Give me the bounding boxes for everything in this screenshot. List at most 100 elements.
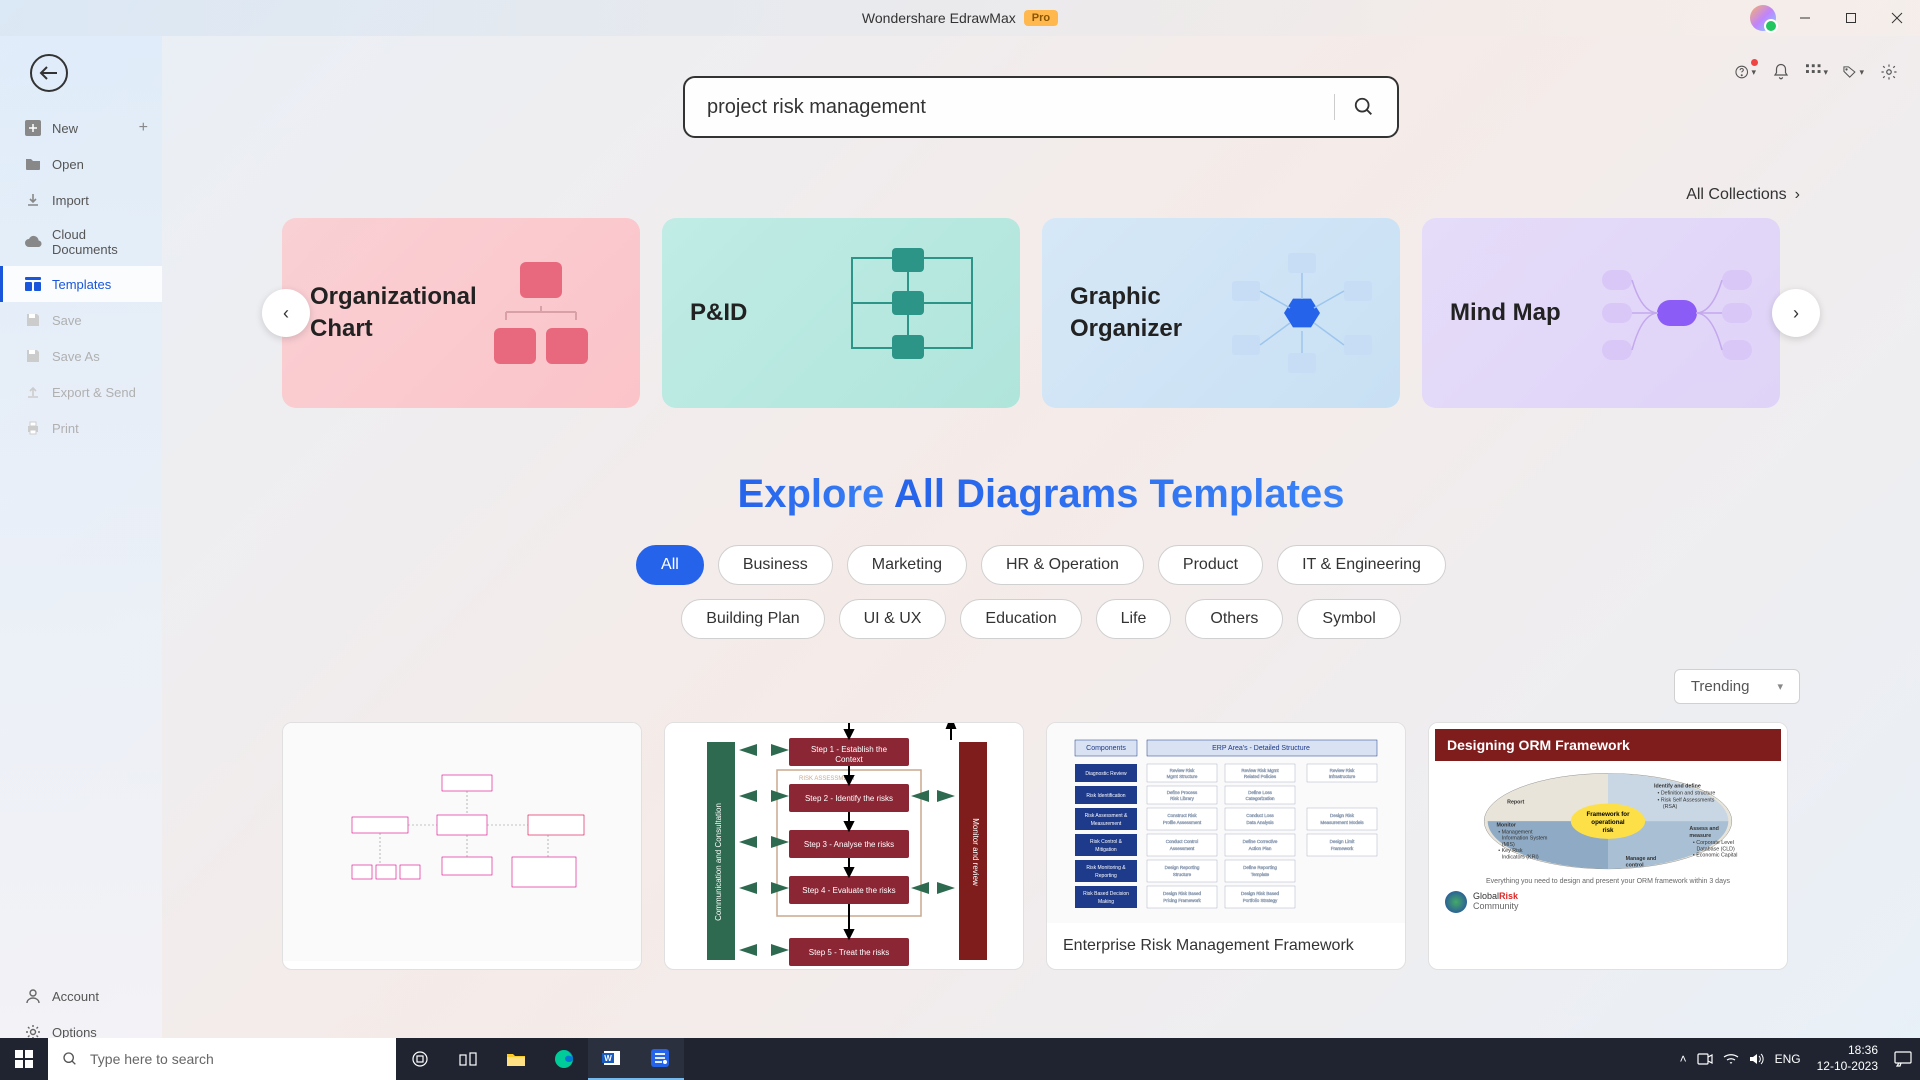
svg-text:Reporting: Reporting [1095, 873, 1117, 879]
svg-text:Review Risk: Review Risk [1170, 768, 1196, 773]
category-graphic-organizer[interactable]: Graphic Organizer [1042, 218, 1400, 408]
nav-label: Save As [52, 349, 100, 364]
nav-cloud-documents[interactable]: Cloud Documents [0, 218, 162, 266]
search-input[interactable] [707, 96, 1324, 119]
user-avatar[interactable] [1750, 5, 1776, 31]
taskbar-search[interactable]: Type here to search [48, 1038, 396, 1080]
filter-education[interactable]: Education [960, 599, 1081, 639]
back-button[interactable] [30, 54, 68, 92]
svg-text:Define Loss: Define Loss [1248, 790, 1273, 795]
filter-hr-operation[interactable]: HR & Operation [981, 545, 1144, 585]
nav-import[interactable]: Import [0, 182, 162, 218]
svg-text:• Economic Capital: • Economic Capital [1693, 853, 1738, 859]
filter-building-plan[interactable]: Building Plan [681, 599, 824, 639]
svg-text:Action Plan: Action Plan [1249, 846, 1272, 851]
org-chart-illustration [470, 243, 612, 383]
sort-dropdown[interactable]: Trending ▾ [1674, 669, 1800, 704]
tray-notifications-icon[interactable] [1894, 1051, 1912, 1067]
nav-save-as: Save As [0, 338, 162, 374]
search-icon[interactable] [1353, 96, 1375, 118]
filter-product[interactable]: Product [1158, 545, 1263, 585]
template-card[interactable]: Communication and Consultation Monitor a… [664, 722, 1024, 970]
carousel-prev[interactable]: ‹ [262, 289, 310, 337]
filter-business[interactable]: Business [718, 545, 833, 585]
pid-illustration [842, 243, 992, 383]
chevron-right-icon: › [1795, 186, 1800, 204]
close-button[interactable] [1874, 0, 1920, 36]
svg-text:Risk Identification: Risk Identification [1086, 793, 1125, 799]
svg-text:Making: Making [1098, 899, 1114, 905]
nav-label: Templates [52, 277, 111, 292]
search-box[interactable] [683, 76, 1399, 138]
carousel-next[interactable]: › [1772, 289, 1820, 337]
svg-text:Context: Context [835, 755, 863, 764]
export-icon [24, 383, 42, 401]
orm-title: Designing ORM Framework [1435, 729, 1781, 761]
svg-text:Database (CLD): Database (CLD) [1696, 846, 1735, 852]
svg-text:Pricing Framework: Pricing Framework [1163, 898, 1201, 903]
taskbar-edge[interactable] [540, 1038, 588, 1080]
taskbar-explorer[interactable] [492, 1038, 540, 1080]
svg-text:Risk Assessment &: Risk Assessment & [1085, 813, 1128, 819]
taskbar-cortana[interactable] [444, 1038, 492, 1080]
tray-clock[interactable]: 18:36 12-10-2023 [1811, 1043, 1884, 1074]
category-title: Graphic Organizer [1070, 281, 1230, 346]
filter-marketing[interactable]: Marketing [847, 545, 967, 585]
category-mind-map[interactable]: Mind Map [1422, 218, 1780, 408]
template-card[interactable]: Components ERP Area's - Detailed Structu… [1046, 722, 1406, 970]
svg-text:Risk Library: Risk Library [1170, 796, 1195, 801]
svg-text:Construct Risk: Construct Risk [1167, 813, 1197, 818]
svg-text:Step 3 - Analyse the risks: Step 3 - Analyse the risks [804, 840, 894, 849]
filter-row: All Business Marketing HR & Operation Pr… [561, 545, 1521, 639]
save-icon [24, 311, 42, 329]
filter-ui-ux[interactable]: UI & UX [839, 599, 947, 639]
user-icon [24, 987, 42, 1005]
svg-text:• Risk Self Assessments: • Risk Self Assessments [1658, 798, 1715, 804]
save-as-icon [24, 347, 42, 365]
task-view-icon[interactable] [396, 1038, 444, 1080]
template-card[interactable] [282, 722, 642, 970]
nav-new[interactable]: New + [0, 110, 162, 146]
sidebar: New + Open Import Cloud Documents Templa… [0, 36, 162, 1080]
svg-text:Components: Components [1086, 745, 1126, 752]
nav-label: Import [52, 193, 89, 208]
filter-all[interactable]: All [636, 545, 704, 585]
template-card[interactable]: Designing ORM Framework Framework for op… [1428, 722, 1788, 970]
start-button[interactable] [0, 1038, 48, 1080]
filter-it-engineering[interactable]: IT & Engineering [1277, 545, 1446, 585]
minimize-button[interactable] [1782, 0, 1828, 36]
tray-chevron-icon[interactable]: ˄ [1680, 1052, 1687, 1066]
svg-text:Profile Assessment: Profile Assessment [1163, 820, 1202, 825]
svg-text:Conduct Loss: Conduct Loss [1246, 813, 1274, 818]
tray-meet-icon[interactable] [1697, 1052, 1713, 1066]
svg-text:Indicators (KRI): Indicators (KRI) [1502, 854, 1539, 860]
svg-text:ERP Area's - Detailed Structur: ERP Area's - Detailed Structure [1212, 745, 1310, 752]
svg-text:Categorization: Categorization [1245, 796, 1275, 801]
svg-text:Review Risk: Review Risk [1330, 768, 1356, 773]
nav-account[interactable]: Account [0, 978, 162, 1014]
svg-text:Design Risk Based: Design Risk Based [1241, 891, 1280, 896]
svg-text:Framework: Framework [1331, 846, 1354, 851]
taskbar-word[interactable]: W [588, 1038, 636, 1080]
svg-text:Mitigation: Mitigation [1095, 847, 1117, 853]
tray-lang[interactable]: ENG [1775, 1052, 1801, 1066]
filter-others[interactable]: Others [1185, 599, 1283, 639]
folder-icon [24, 155, 42, 173]
category-carousel: ‹ Organizational Chart P&ID Graphic Orga… [162, 218, 1920, 408]
all-collections-link[interactable]: All Collections › [162, 186, 1920, 204]
nav-open[interactable]: Open [0, 146, 162, 182]
taskbar-edrawmax[interactable] [636, 1038, 684, 1080]
tray-wifi-icon[interactable] [1723, 1052, 1739, 1066]
tray-volume-icon[interactable] [1749, 1052, 1765, 1066]
filter-symbol[interactable]: Symbol [1297, 599, 1400, 639]
nav-print: Print [0, 410, 162, 446]
plus-square-icon [24, 119, 42, 137]
template-thumb-erp: Components ERP Area's - Detailed Structu… [1047, 723, 1405, 923]
category-org-chart[interactable]: Organizational Chart [282, 218, 640, 408]
add-icon[interactable]: + [139, 119, 148, 137]
svg-text:Data Analysis: Data Analysis [1246, 820, 1274, 825]
maximize-button[interactable] [1828, 0, 1874, 36]
nav-templates[interactable]: Templates [0, 266, 162, 302]
filter-life[interactable]: Life [1096, 599, 1172, 639]
category-pid[interactable]: P&ID [662, 218, 1020, 408]
